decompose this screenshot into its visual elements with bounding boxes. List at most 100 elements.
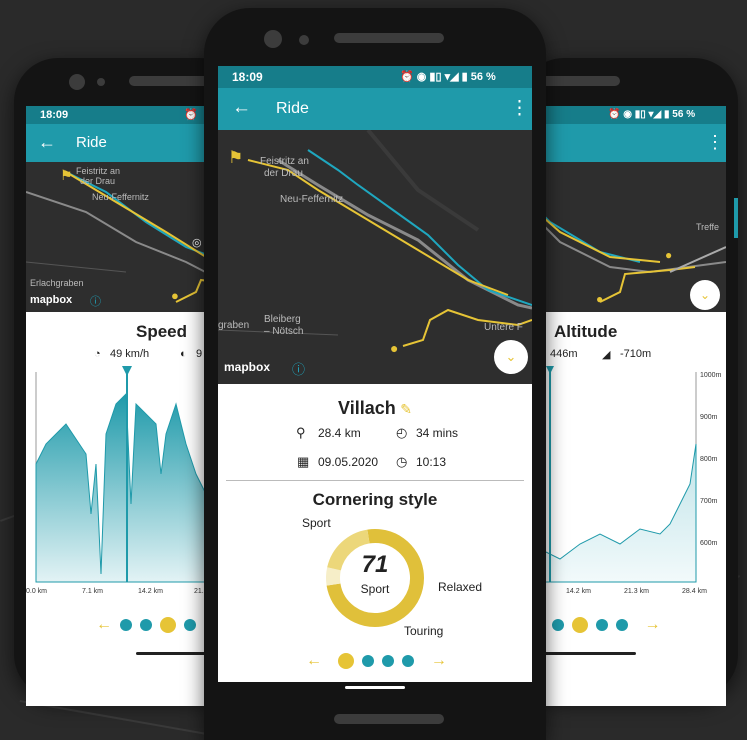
status-bar: ⏰ ◉ ▮▯ ▾◢ ▮ 56 %	[520, 106, 726, 124]
pager-dot-active[interactable]	[160, 617, 177, 633]
x-tick: 14.2 km	[566, 588, 591, 595]
gauge-icon: ◐	[180, 348, 187, 360]
right-screen: ⏰ ◉ ▮▯ ▾◢ ▮ 56 % ⋮ rnitz Treffe ● ● ⌄ Al…	[520, 106, 726, 706]
pin-icon: ●	[665, 248, 673, 262]
home-indicator	[536, 652, 636, 655]
app-bar: ⋮	[520, 124, 726, 162]
back-icon[interactable]: ←	[232, 97, 251, 119]
calendar-icon: ▦	[297, 454, 310, 469]
status-icons: ⏰ ◉ ▮▯ ▾◢ ▮ 56 %	[400, 71, 496, 83]
y-tick: 600m	[700, 540, 718, 547]
prev-arrow-icon[interactable]: ←	[306, 652, 322, 669]
clock-icon: ◷	[396, 454, 408, 469]
end-pin-icon: ●	[390, 340, 399, 356]
descent-value: -710m	[620, 348, 652, 360]
bottom-speaker	[334, 714, 444, 724]
pager-dot[interactable]	[120, 619, 133, 631]
expand-button[interactable]: ⌄	[494, 340, 528, 374]
x-tick: 28.4 km	[682, 588, 707, 595]
y-tick: 800m	[700, 456, 718, 463]
map-label: Neu-Feffernitz	[92, 192, 149, 202]
altitude-chart[interactable]	[520, 364, 726, 594]
pager-dot[interactable]	[362, 655, 375, 667]
sensor	[299, 35, 309, 45]
status-bar: 18:09 ⏰ ◉ ▮▯ ▾◢ ▮ 56 %	[218, 66, 532, 88]
x-tick: 7.1 km	[82, 588, 104, 595]
more-options-icon[interactable]: ⋮	[510, 97, 529, 120]
camera	[69, 74, 85, 90]
app-title: Ride	[276, 100, 309, 117]
score-label: Sport	[360, 582, 390, 596]
segment-label-sport: Sport	[302, 516, 331, 530]
pager: →	[548, 616, 660, 634]
speed-icon: ◔	[94, 348, 101, 360]
map-label: Untere F	[484, 322, 523, 333]
ride-title-row: Villach ✎	[218, 398, 532, 419]
avg-speed: 49 km/h	[110, 348, 150, 360]
mapbox-logo: mapbox	[224, 360, 271, 374]
map-label: Feistritz an	[260, 156, 309, 167]
expand-button[interactable]: ⌄	[690, 280, 720, 310]
more-options-icon[interactable]: ⋮	[706, 132, 724, 153]
x-tick: 14.2 km	[138, 588, 163, 595]
map-label: der Drau	[264, 168, 303, 179]
route-icon: ⚲	[296, 425, 306, 440]
back-icon[interactable]: ←	[38, 132, 56, 153]
mapbox-logo: mapbox	[30, 294, 73, 306]
pager-dot[interactable]	[184, 619, 197, 631]
pager-dot[interactable]	[382, 655, 395, 667]
y-tick: 900m	[700, 414, 718, 421]
y-tick: 700m	[700, 498, 718, 505]
distance-value: 28.4 km	[318, 426, 361, 440]
start-flag-icon: ⚑	[60, 167, 73, 183]
sensor	[97, 78, 105, 86]
pager-dot-active[interactable]	[338, 653, 355, 669]
pager: ← →	[306, 652, 447, 670]
pager: ←	[96, 616, 200, 634]
ride-details: Villach ✎ ⚲ 28.4 km ◴ 34 mins ▦ 09.05.20…	[218, 384, 532, 692]
descent-icon: ◢	[602, 349, 611, 361]
pager-dot[interactable]	[402, 655, 415, 667]
donut-segment-relaxed	[326, 567, 341, 586]
map-label: Neu-Feffernitz	[280, 194, 344, 205]
chart-card: Altitude 446m ◢ -710m 1000m 900m 800m 70…	[520, 312, 726, 706]
next-arrow-icon[interactable]: →	[644, 616, 660, 633]
next-arrow-icon[interactable]: →	[431, 652, 447, 669]
section-title: Speed	[136, 322, 188, 341]
speaker	[334, 33, 444, 43]
edit-icon[interactable]: ✎	[400, 401, 412, 417]
y-tick: 1000m	[700, 372, 722, 379]
segment-label-relaxed: Relaxed	[438, 580, 483, 594]
info-icon[interactable]: ⓘ	[292, 359, 305, 378]
alarm-icon: ⏰	[184, 109, 198, 121]
max-speed: 9	[196, 348, 203, 360]
speed-marker-icon: ◎	[192, 237, 202, 249]
map-label: Feistritz an	[76, 166, 121, 176]
map-label: Erlachgraben	[30, 278, 84, 288]
score-value: 71	[361, 551, 389, 578]
center-phone: 18:09 ⏰ ◉ ▮▯ ▾◢ ▮ 56 % ← Ride ⋮ ⚑ Feistr…	[204, 8, 546, 740]
prev-arrow-icon[interactable]: ←	[96, 616, 112, 633]
map-label: der Drau	[80, 176, 116, 186]
map-label: Bleiberg	[264, 314, 301, 325]
app-title: Ride	[76, 134, 107, 151]
section-title: Altitude	[554, 322, 618, 341]
map-view[interactable]: ⚑ Feistritz an der Drau Neu-Feffernitz B…	[218, 130, 532, 384]
map-view[interactable]: rnitz Treffe ● ● ⌄	[520, 162, 726, 312]
pager-dot[interactable]	[552, 619, 564, 631]
section-title: Cornering style	[312, 490, 438, 509]
pager-dot[interactable]	[596, 619, 608, 631]
x-tick: 0.0 km	[26, 588, 48, 595]
ascent-value: 446m	[550, 348, 578, 360]
end-pin-icon: ●	[171, 288, 179, 303]
center-screen: 18:09 ⏰ ◉ ▮▯ ▾◢ ▮ 56 % ← Ride ⋮ ⚑ Feistr…	[218, 66, 532, 692]
divider	[226, 480, 524, 481]
pager-dot[interactable]	[140, 619, 153, 631]
pager-dot-active[interactable]	[572, 617, 588, 633]
info-icon[interactable]: ⓘ	[90, 293, 101, 309]
time-value: 10:13	[416, 455, 447, 469]
side-button	[734, 198, 738, 238]
app-bar: ← Ride ⋮	[218, 88, 532, 130]
pager-dot[interactable]	[616, 619, 628, 631]
map-label: graben	[218, 320, 250, 331]
